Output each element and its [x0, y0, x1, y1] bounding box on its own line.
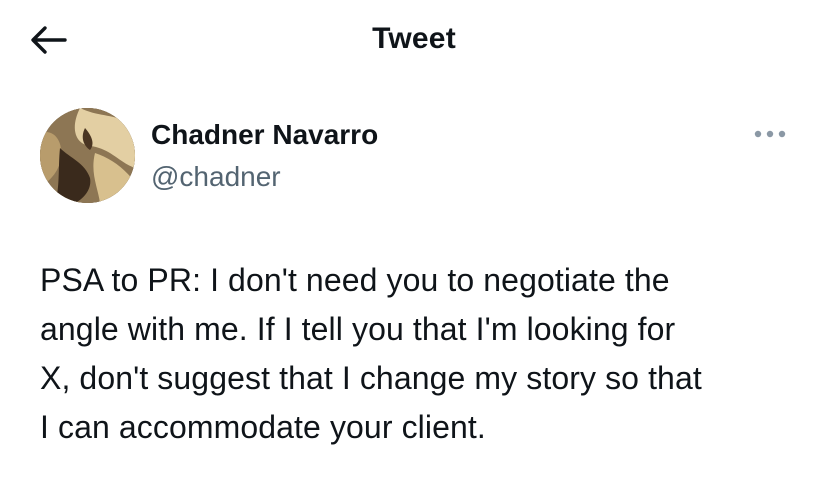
- top-bar: Tweet: [0, 0, 828, 80]
- author-handle[interactable]: @chadner: [151, 160, 378, 194]
- more-dots-icon: [754, 130, 786, 138]
- author-display-name[interactable]: Chadner Navarro: [151, 118, 378, 152]
- more-options-button[interactable]: [752, 122, 788, 146]
- tweet-author: Chadner Navarro @chadner: [151, 118, 378, 194]
- page-title: Tweet: [372, 22, 456, 55]
- avatar-image: [40, 108, 135, 203]
- tweet-text: PSA to PR: I don't need you to negotiate…: [40, 262, 702, 445]
- avatar[interactable]: [40, 108, 135, 203]
